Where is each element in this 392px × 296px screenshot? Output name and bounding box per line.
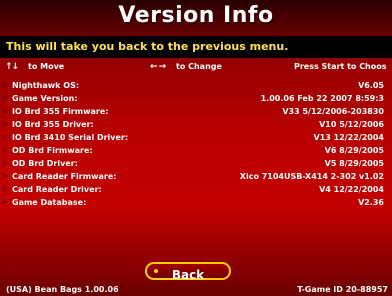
row-value: V33 5/12/2006-203830 bbox=[282, 107, 384, 116]
row-value: V6.05 bbox=[358, 81, 384, 90]
row-label: OD Brd Firmware: bbox=[12, 146, 93, 155]
left-right-arrows-icon: ← → bbox=[150, 62, 166, 72]
row-marker-icon bbox=[3, 186, 7, 192]
row-label: IO Brd 355 Firmware: bbox=[12, 107, 109, 116]
message-bar: This will take you back to the previous … bbox=[0, 36, 392, 58]
version-row-game-database: Game Database: V2.36 bbox=[0, 196, 392, 209]
version-row-card-reader-driver: Card Reader Driver: V4 12/22/2004 bbox=[0, 183, 392, 196]
up-down-arrows-icon: ↑↓ bbox=[5, 62, 19, 72]
version-row-io-brd-355-firmware: IO Brd 355 Firmware: V33 5/12/2006-20383… bbox=[0, 105, 392, 118]
version-row-od-brd-driver: OD Brd Driver: V5 8/29/2005 bbox=[0, 157, 392, 170]
back-button-label: Back bbox=[171, 268, 205, 282]
row-value: V13 12/22/2004 bbox=[313, 133, 384, 142]
page-title: Version Info bbox=[118, 3, 274, 28]
row-value: Xico 7104USB-X414 2-302 v1.02 bbox=[239, 172, 384, 181]
row-marker-icon bbox=[3, 160, 7, 166]
row-label: OD Brd Driver: bbox=[12, 159, 78, 168]
row-label: Nighthawk OS: bbox=[12, 81, 80, 90]
hint-move: to Move bbox=[28, 62, 65, 71]
version-row-card-reader-firmware: Card Reader Firmware: Xico 7104USB-X414 … bbox=[0, 170, 392, 183]
row-label: Game Database: bbox=[12, 198, 87, 207]
version-row-io-brd-3410-serial-driver: IO Brd 3410 Serial Driver: V13 12/22/200… bbox=[0, 131, 392, 144]
row-label: Card Reader Firmware: bbox=[12, 172, 117, 181]
version-row-io-brd-355-driver: IO Brd 355 Driver: V10 5/12/2006 bbox=[0, 118, 392, 131]
row-value: V5 8/29/2005 bbox=[324, 159, 384, 168]
version-list: Nighthawk OS: V6.05 Game Version: 1.00.0… bbox=[0, 79, 392, 209]
row-value: 1.00.06 Feb 22 2007 8:59:3 bbox=[260, 94, 384, 103]
version-row-od-brd-firmware: OD Brd Firmware: V6 8/29/2005 bbox=[0, 144, 392, 157]
title-bar: Version Info bbox=[0, 0, 392, 36]
row-marker-icon bbox=[3, 147, 7, 153]
row-marker-icon bbox=[3, 121, 7, 127]
row-label: Game Version: bbox=[12, 94, 78, 103]
footer-game-info: (USA) Bean Bags 1.00.06 bbox=[6, 285, 119, 294]
row-value: V4 12/22/2004 bbox=[319, 185, 384, 194]
footer-game-id: T-Game ID 20-88957 bbox=[297, 285, 388, 294]
footer-bar: (USA) Bean Bags 1.00.06 T-Game ID 20-889… bbox=[0, 284, 392, 296]
row-label: IO Brd 355 Driver: bbox=[12, 120, 94, 129]
row-marker-icon bbox=[3, 199, 7, 205]
selection-dot-icon bbox=[154, 269, 158, 273]
hint-change: to Change bbox=[176, 62, 222, 71]
row-marker-icon bbox=[3, 173, 7, 179]
row-marker-icon bbox=[3, 134, 7, 140]
version-row-nighthawk-os: Nighthawk OS: V6.05 bbox=[0, 79, 392, 92]
row-value: V10 5/12/2006 bbox=[319, 120, 384, 129]
version-row-game-version: Game Version: 1.00.06 Feb 22 2007 8:59:3 bbox=[0, 92, 392, 105]
message-text: This will take you back to the previous … bbox=[6, 40, 289, 53]
row-marker-icon bbox=[3, 95, 7, 101]
hint-start: Press Start to Choos bbox=[294, 62, 387, 71]
row-marker-icon bbox=[3, 82, 7, 88]
row-label: IO Brd 3410 Serial Driver: bbox=[12, 133, 129, 142]
row-label: Card Reader Driver: bbox=[12, 185, 102, 194]
row-marker-icon bbox=[3, 108, 7, 114]
controls-hint-bar: ↑↓ to Move ← → to Change Press Start to … bbox=[0, 60, 392, 74]
row-value: V6 8/29/2005 bbox=[324, 146, 384, 155]
back-button[interactable]: Back bbox=[145, 262, 231, 282]
row-value: V2.36 bbox=[358, 198, 384, 207]
